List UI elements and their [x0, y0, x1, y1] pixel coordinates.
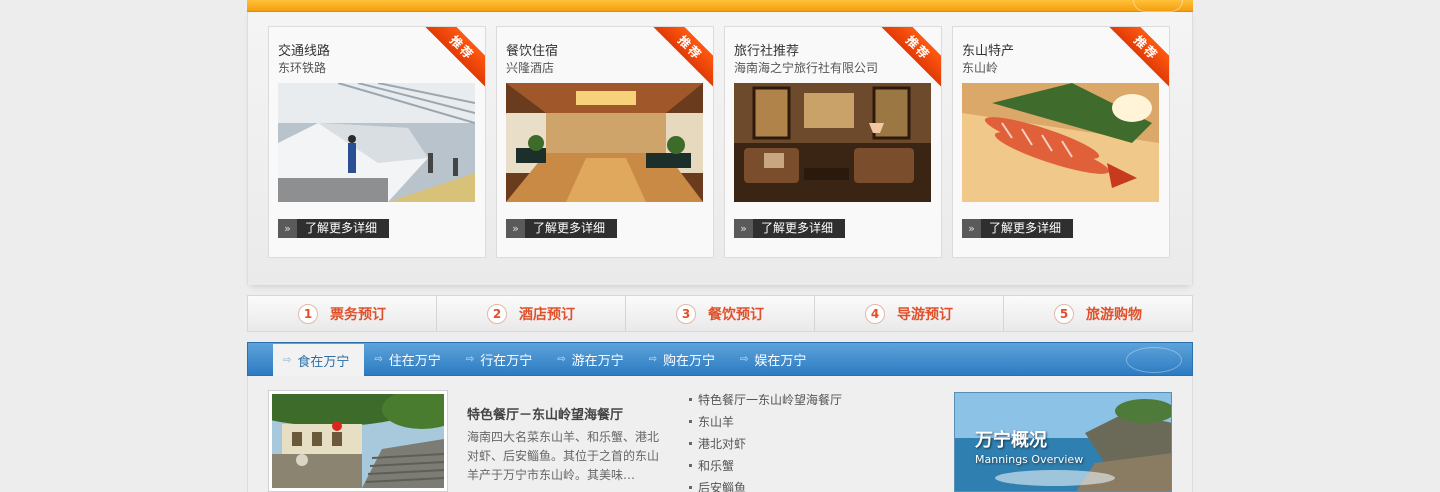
arrow-right-icon: ⇨: [648, 353, 658, 365]
double-chevron-right-icon: »: [962, 219, 981, 238]
card-subtitle[interactable]: 东山岭: [962, 59, 998, 76]
related-links-list: 特色餐厅一东山岭望海餐厅 东山羊 港北对虾 和乐蟹 后安鲻鱼: [689, 390, 929, 492]
hotel-lobby-photo[interactable]: [506, 83, 703, 202]
tab-entertainment[interactable]: ⇨ 娱在万宁: [730, 343, 821, 375]
more-details-button[interactable]: » 了解更多详细: [962, 219, 1073, 238]
step-number: 1: [298, 303, 318, 324]
list-item-label: 后安鲻鱼: [698, 481, 747, 492]
step-number: 3: [676, 303, 696, 324]
restaurant-garden-photo[interactable]: [268, 390, 448, 492]
page-container: 推荐 交通线路 东环铁路 » 了解更多详细 推荐 餐饮住宿 兴隆酒店 » 了解更…: [247, 0, 1193, 492]
list-item-label: 特色餐厅一东山岭望海餐厅: [698, 393, 843, 407]
cloud-ornament-icon: [1133, 0, 1183, 12]
bullet-icon: [689, 463, 692, 467]
list-item-label: 和乐蟹: [698, 459, 735, 473]
arrow-right-icon: ⇨: [283, 354, 292, 366]
list-item[interactable]: 和乐蟹: [689, 456, 929, 478]
arrow-right-icon: ⇨: [374, 353, 383, 365]
step-number: 2: [487, 303, 507, 324]
shrimp-dish-photo[interactable]: [962, 83, 1159, 202]
cloud-ornament-icon: [1126, 347, 1182, 373]
card-title: 交通线路: [278, 44, 331, 59]
more-details-button[interactable]: » 了解更多详细: [506, 219, 617, 238]
featured-description: 海南四大名菜东山羊、和乐蟹、港北对虾、后安鲻鱼。其位于之首的东山羊产于万宁市东山…: [467, 430, 660, 482]
tab-label: 娱在万宁: [754, 353, 807, 369]
tab-sightseeing[interactable]: ⇨ 游在万宁: [547, 343, 638, 375]
recommend-card-transport[interactable]: 推荐 交通线路 东环铁路 » 了解更多详细: [268, 26, 486, 258]
overview-subtitle: Mannings Overview: [975, 453, 1084, 466]
step-dining-booking[interactable]: 3 餐饮预订: [626, 296, 815, 331]
recommend-badge: 推荐: [650, 27, 713, 88]
step-number: 5: [1054, 303, 1074, 324]
step-number: 4: [865, 303, 885, 324]
step-label: 票务预订: [330, 306, 386, 323]
category-tabs: ⇨ 食在万宁 ⇨ 住在万宁 ⇨ 行在万宁 ⇨ 游在万宁 ⇨ 购在万宁 ⇨ 娱在万宁: [247, 342, 1193, 376]
tab-stay[interactable]: ⇨ 住在万宁: [364, 343, 455, 375]
more-details-label: 了解更多详细: [533, 221, 606, 235]
arrow-right-icon: ⇨: [740, 353, 749, 365]
card-title: 旅行社推荐: [734, 44, 800, 59]
tab-label: 游在万宁: [571, 353, 624, 369]
recommend-badge: 推荐: [878, 27, 941, 88]
step-label: 导游预订: [897, 306, 953, 323]
booking-steps-bar: 1 票务预订 2 酒店预订 3 餐饮预订 4 导游预订 5 旅游购物: [247, 295, 1193, 332]
double-chevron-right-icon: »: [734, 219, 753, 238]
tab-label: 购在万宁: [663, 353, 716, 369]
bullet-icon: [689, 441, 692, 445]
arrow-right-icon: ⇨: [557, 353, 566, 365]
double-chevron-right-icon: »: [278, 219, 297, 238]
bullet-icon: [689, 419, 692, 423]
top-orange-bar: [247, 0, 1193, 12]
card-subtitle[interactable]: 东环铁路: [278, 59, 326, 76]
tab-content-panel: 特色餐厅－东山岭望海餐厅 海南四大名菜东山羊、和乐蟹、港北对虾、后安鲻鱼。其位于…: [247, 376, 1193, 492]
recommend-card-specialty[interactable]: 推荐 东山特产 东山岭 » 了解更多详细: [952, 26, 1170, 258]
recommend-badge: 推荐: [1106, 27, 1169, 88]
tab-food[interactable]: ⇨ 食在万宁: [273, 344, 365, 376]
tab-label: 住在万宁: [388, 353, 441, 369]
list-item[interactable]: 东山羊: [689, 412, 929, 434]
more-details-label: 了解更多详细: [989, 221, 1062, 235]
step-label: 旅游购物: [1086, 306, 1142, 323]
lounge-photo[interactable]: [734, 83, 931, 202]
list-item-label: 港北对虾: [698, 437, 747, 451]
list-item[interactable]: 港北对虾: [689, 434, 929, 456]
list-item[interactable]: 特色餐厅一东山岭望海餐厅: [689, 390, 929, 412]
double-chevron-right-icon: »: [506, 219, 525, 238]
step-label: 餐饮预订: [708, 306, 764, 323]
card-title: 餐饮住宿: [506, 44, 559, 59]
tab-label: 食在万宁: [297, 354, 350, 370]
step-guide-booking[interactable]: 4 导游预订: [815, 296, 1004, 331]
more-details-button[interactable]: » 了解更多详细: [278, 219, 389, 238]
train-photo[interactable]: [278, 83, 475, 202]
more-details-label: 了解更多详细: [761, 221, 834, 235]
recommend-panel: 推荐 交通线路 东环铁路 » 了解更多详细 推荐 餐饮住宿 兴隆酒店 » 了解更…: [247, 12, 1193, 285]
tab-travel[interactable]: ⇨ 行在万宁: [456, 343, 547, 375]
bullet-icon: [689, 485, 692, 489]
more-details-label: 了解更多详细: [305, 221, 378, 235]
tab-label: 行在万宁: [480, 353, 533, 369]
list-item-label: 东山羊: [698, 415, 735, 429]
featured-title[interactable]: 特色餐厅－东山岭望海餐厅: [467, 404, 623, 423]
recommend-card-dining[interactable]: 推荐 餐饮住宿 兴隆酒店 » 了解更多详细: [496, 26, 714, 258]
wanning-overview-banner[interactable]: 万宁概况 Mannings Overview: [954, 392, 1172, 492]
card-subtitle[interactable]: 海南海之宁旅行社有限公司: [734, 59, 878, 76]
step-ticket-booking[interactable]: 1 票务预订: [248, 296, 437, 331]
bullet-icon: [689, 397, 692, 401]
card-subtitle[interactable]: 兴隆酒店: [506, 59, 554, 76]
more-details-button[interactable]: » 了解更多详细: [734, 219, 845, 238]
recommend-card-travel-agency[interactable]: 推荐 旅行社推荐 海南海之宁旅行社有限公司 » 了解更多详细: [724, 26, 942, 258]
overview-title: 万宁概况: [975, 430, 1047, 451]
step-label: 酒店预订: [519, 306, 575, 323]
card-title: 东山特产: [962, 44, 1015, 59]
arrow-right-icon: ⇨: [465, 353, 475, 365]
recommend-badge: 推荐: [422, 27, 485, 88]
step-shopping[interactable]: 5 旅游购物: [1004, 296, 1192, 331]
step-hotel-booking[interactable]: 2 酒店预订: [437, 296, 626, 331]
tab-shopping[interactable]: ⇨ 购在万宁: [639, 343, 730, 375]
list-item[interactable]: 后安鲻鱼: [689, 478, 929, 492]
